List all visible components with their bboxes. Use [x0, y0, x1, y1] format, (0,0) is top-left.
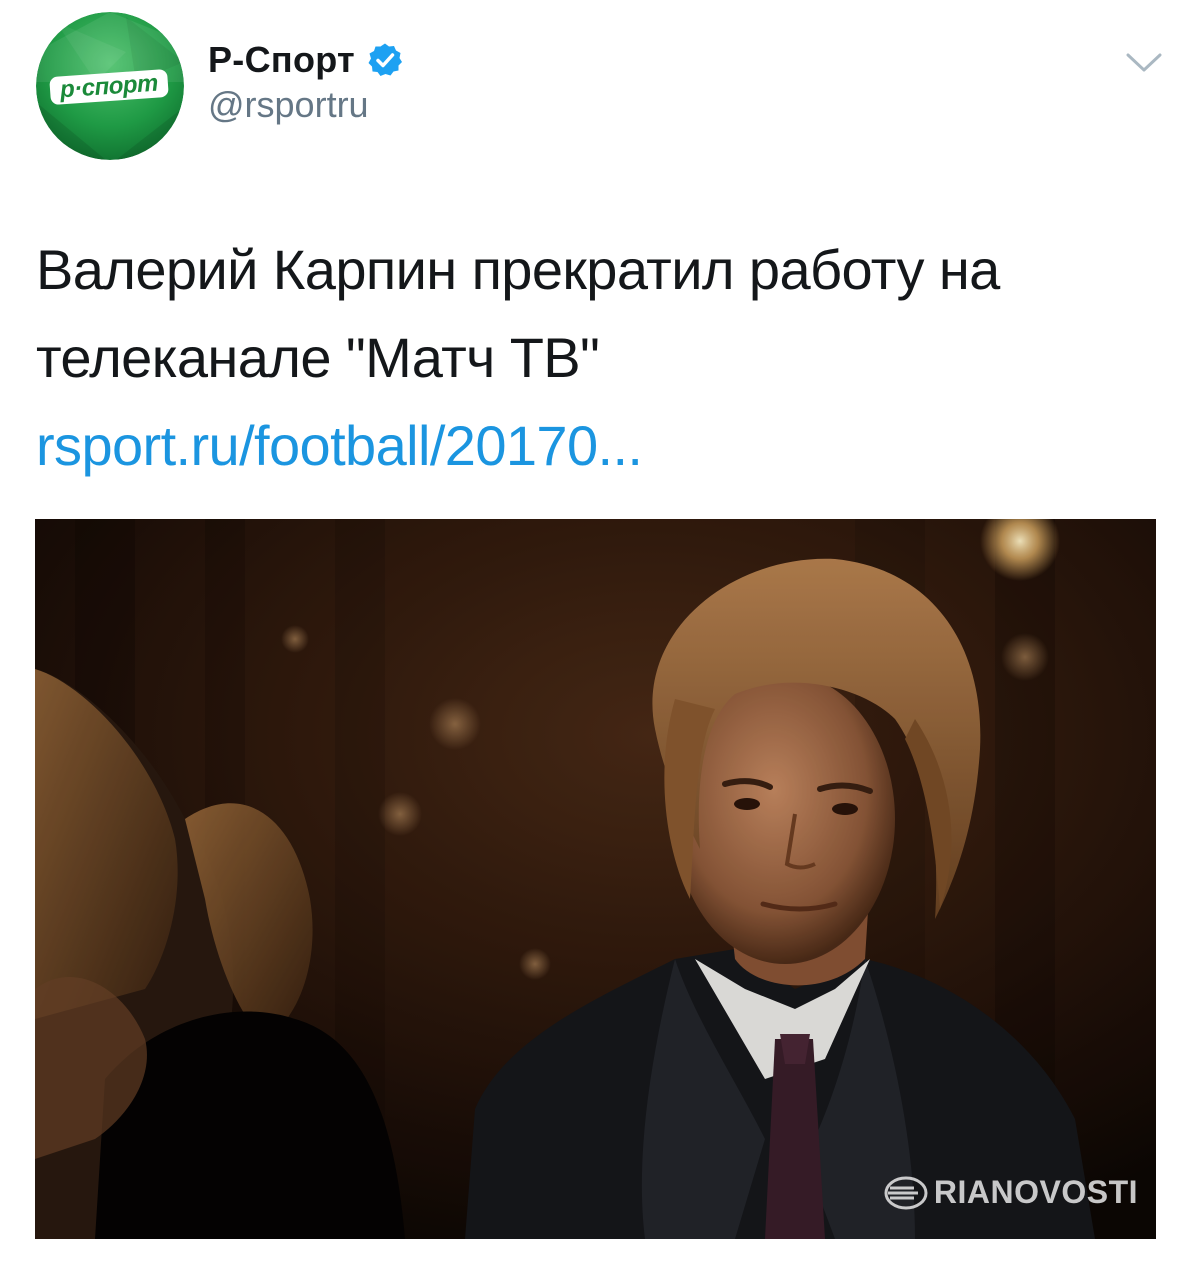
tweet-link[interactable]: rsport.ru/football/20170... — [36, 414, 643, 477]
ria-logo-icon — [884, 1176, 928, 1210]
photo-watermark: RIANOVOSTI — [884, 1174, 1138, 1211]
author-name-row: Р-Спорт — [208, 36, 403, 84]
photo-scene — [35, 519, 1156, 1239]
tweet-body-text: Валерий Карпин прекратил работу на телек… — [36, 238, 1000, 389]
verified-badge-icon — [367, 42, 403, 78]
author-display-name[interactable]: Р-Спорт — [208, 39, 355, 81]
tweet: р·спорт Р-Спорт @rsportru Валерий Карпин… — [0, 0, 1191, 1280]
author-handle[interactable]: @rsportru — [208, 84, 369, 126]
author-avatar[interactable]: р·спорт — [36, 12, 184, 160]
watermark-text: RIANOVOSTI — [933, 1174, 1138, 1210]
tweet-text: Валерий Карпин прекратил работу на телек… — [36, 226, 1166, 490]
tweet-photo[interactable]: RIANOVOSTI — [35, 519, 1156, 1239]
chevron-down-icon[interactable] — [1124, 50, 1164, 76]
